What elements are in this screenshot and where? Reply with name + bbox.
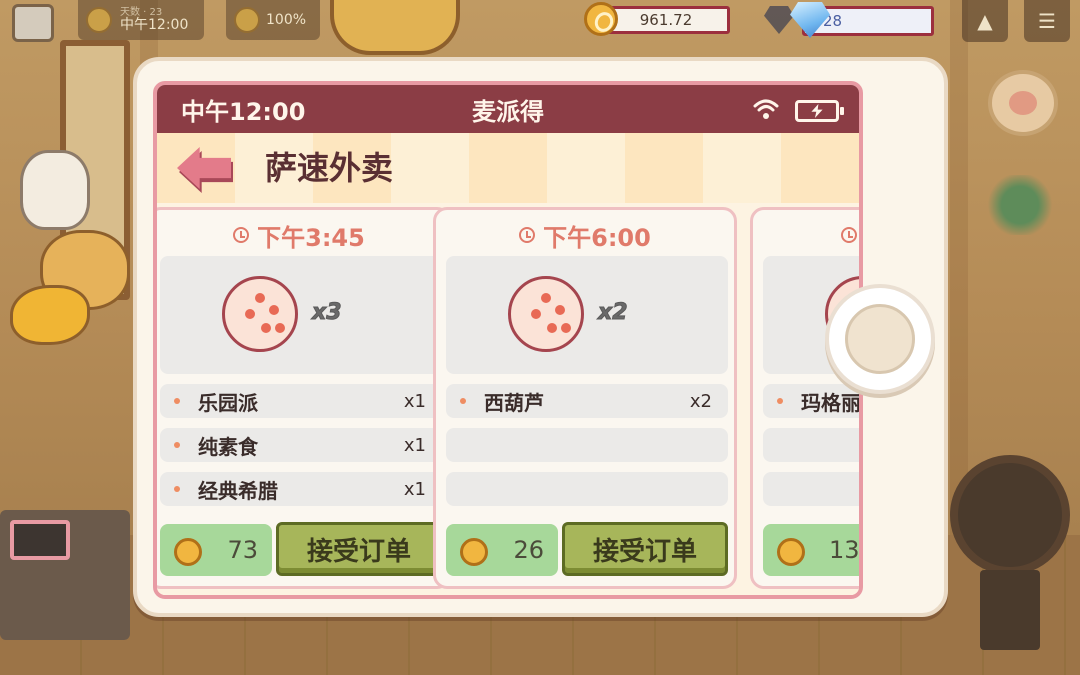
smile-icon xyxy=(234,7,260,33)
game-clock: 中午12:00 xyxy=(120,16,189,33)
dish-name: 纯素食 xyxy=(198,434,258,459)
order-card: 下午3:45 x3 乐园派 x1 纯素食 x1 经典希腊 x1 73 接受订单 xyxy=(157,207,451,589)
dish-row-empty xyxy=(446,472,728,506)
paw-icon xyxy=(1009,91,1037,115)
coin-icon xyxy=(174,538,202,566)
dish-row: 玛格丽 xyxy=(763,384,859,418)
day-label: 天数 · 23 xyxy=(120,6,163,18)
dish-count: x1 xyxy=(403,478,426,500)
dish-count: x1 xyxy=(403,434,426,456)
dish-row-empty xyxy=(446,428,728,462)
order-time xyxy=(753,220,859,250)
coin-icon xyxy=(584,2,618,36)
coin-value: 961.72 xyxy=(602,6,730,34)
clock-icon xyxy=(841,227,857,243)
accept-order-button[interactable]: 接受订单 xyxy=(276,522,442,576)
menu-button[interactable]: ☰ xyxy=(1024,0,1070,42)
dish-row: 经典希腊 x1 xyxy=(160,472,442,506)
phone-device: 中午12:00 麦派得 萨速外卖 下午3:45 x3 乐园派 x1 纯素食 x1… xyxy=(133,57,948,617)
chevron-up-icon: ▲ xyxy=(977,9,993,33)
dish-row-empty xyxy=(763,428,859,462)
phone-screen: 中午12:00 麦派得 萨速外卖 下午3:45 x3 乐园派 x1 纯素食 x1… xyxy=(153,81,863,599)
dish-row: 乐园派 x1 xyxy=(160,384,442,418)
clock-icon xyxy=(233,227,250,243)
pizza-icon xyxy=(222,276,298,352)
cash-register xyxy=(0,510,130,640)
order-time: 下午6:00 xyxy=(436,220,734,252)
dish-name: 西葫芦 xyxy=(484,390,544,415)
wifi-icon xyxy=(753,99,779,119)
weather-panel: 天数 · 23 中午12:00 xyxy=(78,0,204,40)
mood-panel: 100% xyxy=(226,0,320,40)
order-visual: x3 xyxy=(160,256,442,374)
bunny-plush xyxy=(20,150,90,230)
gem-counter[interactable]: 28 xyxy=(764,2,934,38)
hamburger-icon: ☰ xyxy=(1038,9,1056,33)
order-quantity: x2 xyxy=(598,300,628,326)
order-card: 下午6:00 x2 西葫芦 x2 26 接受订单 xyxy=(433,207,737,589)
coin-icon xyxy=(777,538,805,566)
back-button[interactable] xyxy=(177,147,233,193)
player-avatar[interactable] xyxy=(12,4,54,42)
coin-counter[interactable]: 961.72 xyxy=(584,2,732,36)
mood-value: 100% xyxy=(266,12,307,28)
coin-icon xyxy=(460,538,488,566)
dish-name: 乐园派 xyxy=(198,390,258,415)
order-reward: 13 xyxy=(763,524,859,576)
dish-row: 西葫芦 x2 xyxy=(446,384,728,418)
paw-button[interactable] xyxy=(988,70,1058,136)
globe-decoration xyxy=(950,455,1070,575)
fish-clock xyxy=(10,285,90,345)
pizza-icon xyxy=(508,276,584,352)
order-card: 玛格丽 13 xyxy=(750,207,859,589)
status-bar: 中午12:00 麦派得 xyxy=(157,85,859,133)
order-time: 下午3:45 xyxy=(157,220,448,252)
accept-order-button[interactable]: 接受订单 xyxy=(562,522,728,576)
back-arrow-icon xyxy=(177,147,231,189)
chandelier xyxy=(330,0,460,55)
clock-icon xyxy=(519,227,536,243)
dish-name: 经典希腊 xyxy=(198,478,278,503)
order-reward: 73 xyxy=(160,524,272,576)
dark-gem-icon xyxy=(764,6,794,34)
order-visual: x2 xyxy=(446,256,728,374)
dish-row: 纯素食 x1 xyxy=(160,428,442,462)
home-button-inner xyxy=(845,304,915,374)
order-quantity: x3 xyxy=(312,300,342,326)
home-button[interactable] xyxy=(825,284,935,394)
app-header: 萨速外卖 xyxy=(157,133,859,203)
dish-count: x2 xyxy=(689,390,712,412)
battery-charging-icon xyxy=(795,100,844,122)
dish-name: 玛格丽 xyxy=(801,390,859,415)
order-list[interactable]: 下午3:45 x3 乐园派 x1 纯素食 x1 经典希腊 x1 73 接受订单 … xyxy=(157,203,859,595)
plant-decoration xyxy=(985,175,1055,235)
order-reward: 26 xyxy=(446,524,558,576)
collapse-button[interactable]: ▲ xyxy=(962,0,1008,42)
dish-row-empty xyxy=(763,472,859,506)
sun-icon xyxy=(86,7,112,33)
app-title: 萨速外卖 xyxy=(265,149,394,187)
dish-count: x1 xyxy=(403,390,426,412)
